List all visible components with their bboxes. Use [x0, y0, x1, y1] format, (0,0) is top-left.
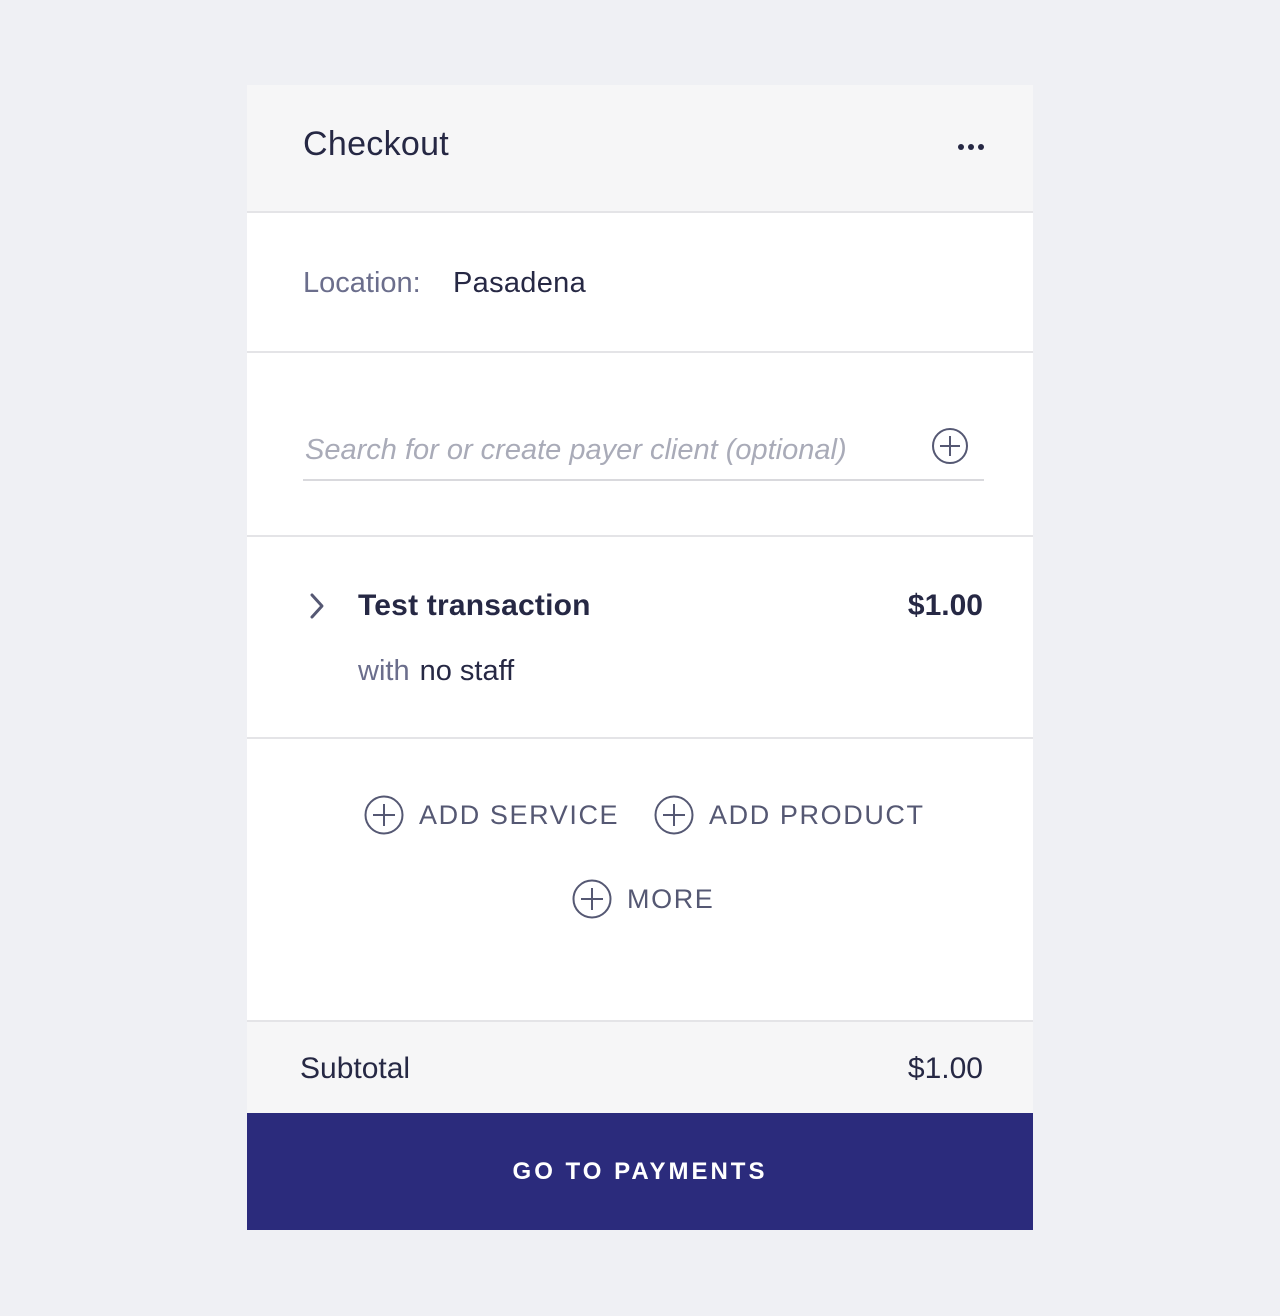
- more-dot: [978, 144, 984, 150]
- location-value: Pasadena: [453, 267, 587, 299]
- line-item-staff: with no staff: [358, 653, 514, 689]
- subtotal-row: Subtotal $1.00: [247, 1022, 1033, 1113]
- plus-circle-icon: [364, 795, 404, 835]
- add-product-button[interactable]: ADD PRODUCT: [654, 795, 925, 835]
- more-dot: [958, 144, 964, 150]
- chevron-right-icon[interactable]: [303, 589, 331, 623]
- page-title: Checkout: [303, 125, 450, 163]
- location-label: Location:: [303, 267, 421, 299]
- go-to-payments-button[interactable]: GO TO PAYMENTS: [247, 1113, 1033, 1230]
- staff-value: no staff: [419, 655, 515, 687]
- plus-circle-icon: [572, 879, 612, 919]
- line-item-price: $1.00: [907, 589, 983, 622]
- subtotal-value: $1.00: [907, 1052, 983, 1085]
- payer-search-section: [247, 353, 1033, 537]
- more-dot: [968, 144, 974, 150]
- plus-circle-icon: [654, 795, 694, 835]
- add-product-label: ADD PRODUCT: [709, 799, 925, 830]
- staff-prefix: with: [358, 655, 410, 687]
- payer-search-field: [303, 423, 984, 481]
- more-options-icon[interactable]: [947, 133, 995, 161]
- more-button[interactable]: MORE: [572, 879, 714, 919]
- location-row: Location: Pasadena: [247, 215, 1033, 353]
- more-label: MORE: [627, 883, 715, 914]
- add-service-label: ADD SERVICE: [419, 799, 620, 830]
- plus-circle-icon[interactable]: [931, 427, 969, 465]
- line-item-row: Test transaction $1.00 with no staff: [247, 537, 1033, 739]
- subtotal-label: Subtotal: [300, 1052, 411, 1085]
- payer-search-input[interactable]: [303, 423, 913, 477]
- checkout-header: Checkout: [247, 85, 1033, 213]
- checkout-panel: Checkout Location: Pasadena Test transac…: [247, 85, 1033, 1230]
- add-service-button[interactable]: ADD SERVICE: [364, 795, 619, 835]
- add-actions: ADD SERVICE ADD PRODUCT MORE: [247, 739, 1033, 1022]
- line-item-name[interactable]: Test transaction: [358, 587, 591, 625]
